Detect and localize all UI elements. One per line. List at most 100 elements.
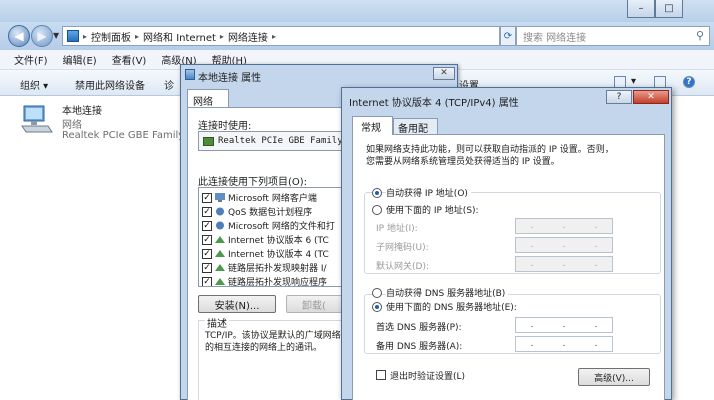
refresh-button[interactable]: ⟳ [500, 26, 516, 46]
manual-ip-label[interactable]: 使用下面的 IP 地址(S): [386, 203, 479, 216]
connection-network: 网络 [62, 120, 82, 131]
list-item[interactable]: ✓ Internet 协议版本 4 (TC [202, 247, 329, 260]
list-item[interactable]: ✓ Internet 协议版本 6 (TC [202, 233, 329, 246]
address-row: ◀ ▶ ▼ ▸ 控制面板 ▸ 网络和 Internet ▸ 网络连接 ▸ ⟳ 搜… [0, 22, 714, 50]
items-label: 此连接使用下列项目(O): [198, 177, 308, 188]
alternate-dns-label: 备用 DNS 服务器(A): [376, 342, 463, 352]
help-icon[interactable]: ? [683, 76, 695, 88]
back-arrow-icon: ◀ [14, 29, 24, 43]
gateway-label: 默认网关(D): [376, 262, 429, 272]
control-panel-icon [67, 30, 79, 42]
checkbox-checked[interactable]: ✓ [202, 206, 212, 217]
tab-network[interactable]: 网络 [187, 89, 229, 108]
service-icon [216, 207, 224, 216]
address-bar[interactable]: ▸ 控制面板 ▸ 网络和 Internet ▸ 网络连接 ▸ [62, 26, 500, 46]
history-dropdown-icon[interactable]: ▼ [53, 31, 59, 40]
menu-edit[interactable]: 编辑(E) [63, 52, 97, 67]
breadcrumb-network-connections[interactable]: 网络连接 [228, 29, 268, 44]
manual-dns-label[interactable]: 使用下面的 DNS 服务器地址(E): [386, 300, 517, 313]
intro-line: 您需要从网络系统管理员处获得适当的 IP 设置。 [366, 157, 560, 167]
list-item[interactable]: ✓ 链路层拓扑发现响应程序 [202, 275, 328, 287]
minimize-icon: – [638, 3, 644, 14]
list-item-label: 链路层拓扑发现响应程序 [228, 278, 328, 287]
chevron-right-icon[interactable]: ▸ [272, 32, 276, 41]
list-item[interactable]: ✓ Microsoft 网络的文件和打 [202, 219, 335, 232]
list-item[interactable]: ✓ 链路层拓扑发现映射器 I/ [202, 261, 327, 274]
checkbox-checked[interactable]: ✓ [202, 276, 212, 286]
breadcrumb-network-internet[interactable]: 网络和 Internet [143, 29, 216, 44]
auto-dns-label[interactable]: 自动获得 DNS 服务器地址(B) [386, 286, 509, 299]
chevron-right-icon[interactable]: ▸ [135, 32, 139, 41]
checkbox-checked[interactable]: ✓ [202, 248, 212, 259]
service-icon [216, 221, 224, 230]
back-button[interactable]: ◀ [8, 25, 30, 47]
ip-address-label: IP 地址(I): [376, 224, 418, 234]
close-icon: ✕ [647, 92, 655, 102]
list-item[interactable]: ✓ QoS 数据包计划程序 [202, 205, 312, 218]
auto-ip-label[interactable]: 自动获得 IP 地址(O) [386, 186, 471, 199]
forward-arrow-icon: ▶ [37, 29, 47, 43]
checkbox-checked[interactable]: ✓ [202, 192, 212, 203]
protocol-icon [215, 278, 225, 285]
ip-address-field[interactable]: ... [515, 218, 613, 234]
list-item-label: Microsoft 网络的文件和打 [228, 222, 335, 232]
checkbox-checked[interactable]: ✓ [202, 234, 212, 245]
close-button[interactable]: ✕ [433, 67, 455, 80]
search-placeholder: 搜索 网络连接 [523, 32, 587, 44]
alternate-dns-field[interactable]: ... [515, 336, 613, 352]
install-button[interactable]: 安装(N)... [198, 295, 276, 313]
manual-dns-radio[interactable] [372, 302, 382, 312]
connection-adapter: Realtek PCIe GBE Family [62, 130, 185, 141]
question-icon: ? [616, 92, 622, 102]
list-item-label: Microsoft 网络客户端 [228, 194, 317, 204]
ipv4-properties-dialog: Internet 协议版本 4 (TCP/IPv4) 属性 ? ✕ 常规 备用配… [341, 87, 672, 400]
gateway-field[interactable]: ... [515, 256, 613, 272]
nic-icon [203, 136, 214, 146]
checkbox-checked[interactable]: ✓ [202, 220, 212, 231]
tab-general[interactable]: 常规 [352, 116, 393, 135]
breadcrumb-control-panel[interactable]: 控制面板 [91, 29, 131, 44]
disable-device-button[interactable]: 禁用此网络设备 [75, 77, 145, 92]
view-dropdown-icon[interactable]: ▾ [631, 76, 636, 87]
chevron-right-icon[interactable]: ▸ [83, 32, 87, 41]
minimize-button[interactable]: – [627, 0, 655, 18]
tab-alternate-config[interactable]: 备用配置 [393, 118, 438, 150]
manual-ip-radio[interactable] [372, 205, 382, 215]
menu-file[interactable]: 文件(F) [14, 52, 48, 67]
menu-view[interactable]: 查看(V) [112, 52, 147, 67]
maximize-icon: □ [664, 3, 674, 14]
explorer-titlebar: – □ [0, 0, 714, 22]
validate-label[interactable]: 退出时验证设置(L) [390, 369, 465, 382]
preferred-dns-label: 首选 DNS 服务器(P): [376, 323, 462, 333]
component-list[interactable]: ✓ Microsoft 网络客户端 ✓ QoS 数据包计划程序 ✓ Microsoft… [198, 187, 360, 287]
preferred-dns-field[interactable]: ... [515, 317, 613, 333]
connection-icon [185, 69, 195, 80]
validate-checkbox[interactable] [376, 370, 386, 380]
close-button[interactable]: ✕ [633, 90, 669, 104]
help-button[interactable]: ? [606, 90, 632, 104]
connect-using-label: 连接时使用: [198, 121, 252, 132]
list-item[interactable]: ✓ Microsoft 网络客户端 [202, 191, 317, 204]
auto-ip-radio[interactable] [372, 188, 382, 198]
advanced-button[interactable]: 高级(V)... [578, 368, 650, 386]
protocol-icon [215, 236, 225, 243]
subnet-mask-label: 子网掩码(U): [376, 243, 429, 253]
search-icon[interactable]: ⚲ [696, 29, 704, 42]
checkbox-checked[interactable]: ✓ [202, 262, 212, 273]
search-input[interactable]: 搜索 网络连接 ⚲ [516, 26, 710, 46]
uninstall-button[interactable]: 卸载( [286, 295, 342, 313]
diagnose-button[interactable]: 诊 [164, 77, 174, 92]
forward-button[interactable]: ▶ [31, 25, 53, 47]
chevron-right-icon[interactable]: ▸ [220, 32, 224, 41]
maximize-button[interactable]: □ [655, 0, 683, 18]
list-item-label: Internet 协议版本 4 (TC [228, 250, 329, 260]
connection-name[interactable]: 本地连接 [62, 102, 102, 117]
close-icon: ✕ [440, 68, 448, 78]
network-adapter-icon[interactable] [20, 104, 54, 134]
auto-dns-radio[interactable] [372, 288, 382, 298]
subnet-mask-field[interactable]: ... [515, 237, 613, 253]
organize-button[interactable]: 组织 ▾ [20, 77, 48, 92]
list-item-label: 链路层拓扑发现映射器 I/ [228, 264, 327, 274]
refresh-icon: ⟳ [503, 30, 513, 42]
list-item-label: QoS 数据包计划程序 [228, 208, 313, 218]
